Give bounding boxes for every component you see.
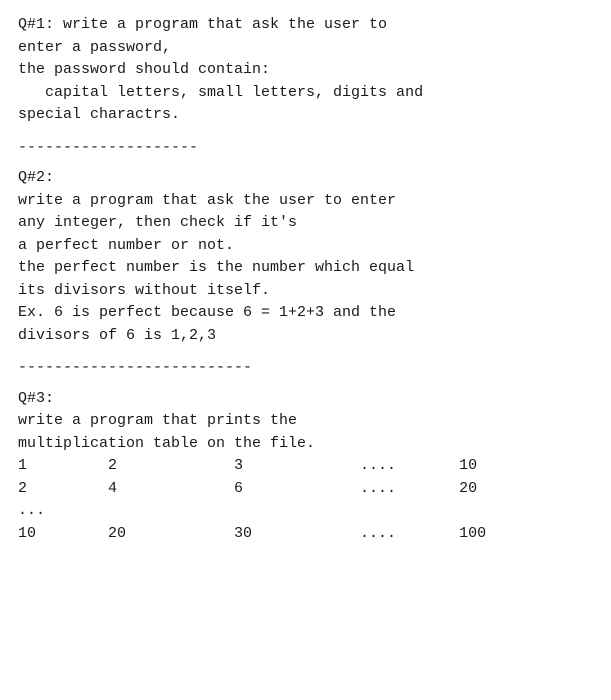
q1-line-5: special charactrs. — [18, 104, 593, 127]
table-row-10: 10 20 30 .... 100 — [18, 523, 593, 546]
q2-line-5: the perfect number is the number which e… — [18, 257, 593, 280]
q3-line-2: write a program that prints the — [18, 410, 593, 433]
question-2: Q#2: write a program that ask the user t… — [18, 167, 593, 347]
q1-line-2: enter a password, — [18, 37, 593, 60]
q3-line-1: Q#3: — [18, 388, 593, 411]
table-row-ellipsis: ... — [18, 500, 593, 523]
q1-line-4: capital letters, small letters, digits a… — [18, 82, 593, 105]
main-content: Q#1: write a program that ask the user t… — [18, 14, 593, 545]
q2-line-1: Q#2: — [18, 167, 593, 190]
q2-line-8: divisors of 6 is 1,2,3 — [18, 325, 593, 348]
q2-line-6: its divisors without itself. — [18, 280, 593, 303]
divider-1: -------------------- — [18, 137, 593, 160]
q2-line-7: Ex. 6 is perfect because 6 = 1+2+3 and t… — [18, 302, 593, 325]
q2-line-4: a perfect number or not. — [18, 235, 593, 258]
table-row-1: 1 2 3 .... 10 — [18, 455, 593, 478]
q3-line-3: multiplication table on the file. — [18, 433, 593, 456]
q1-line-3: the password should contain: — [18, 59, 593, 82]
q2-line-2: write a program that ask the user to ent… — [18, 190, 593, 213]
q2-line-3: any integer, then check if it's — [18, 212, 593, 235]
question-3: Q#3: write a program that prints the mul… — [18, 388, 593, 546]
divider-2: -------------------------- — [18, 357, 593, 380]
question-1: Q#1: write a program that ask the user t… — [18, 14, 593, 127]
table-row-2: 2 4 6 .... 20 — [18, 478, 593, 501]
q1-line-1: Q#1: write a program that ask the user t… — [18, 14, 593, 37]
